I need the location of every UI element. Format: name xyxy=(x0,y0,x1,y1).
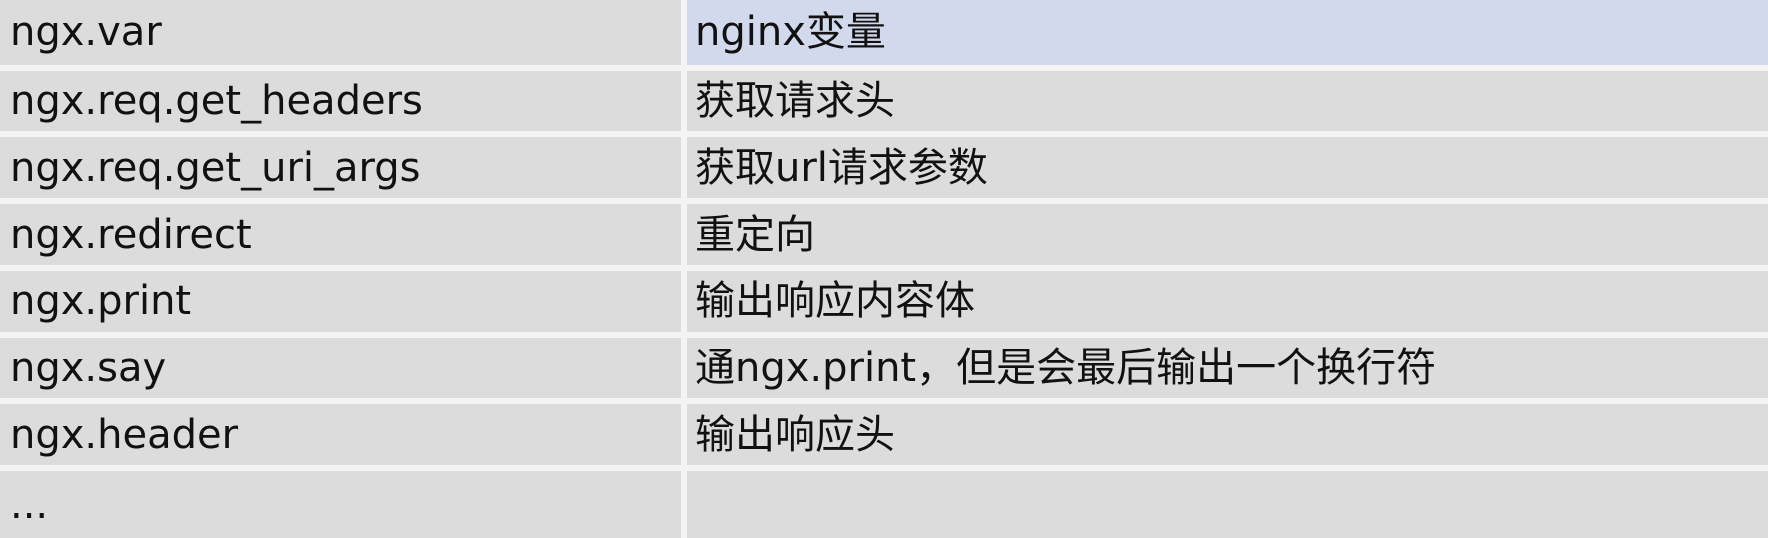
api-name-cell: ngx.header xyxy=(0,398,687,468)
table-row: ... xyxy=(0,465,1768,538)
table-row: ngx.req.get_headers 获取请求头 xyxy=(0,64,1768,135)
api-desc-cell: 输出响应内容体 xyxy=(684,264,1768,335)
api-desc-cell: nginx变量 xyxy=(684,0,1768,68)
table-row: ngx.header 输出响应头 xyxy=(0,398,1768,468)
table-row: ngx.print 输出响应内容体 xyxy=(0,264,1768,335)
api-name-cell: ngx.redirect xyxy=(0,198,687,268)
table-row: ngx.req.get_uri_args 获取url请求参数 xyxy=(0,131,1768,202)
api-name-cell: ... xyxy=(0,465,687,538)
table-row: ngx.var nginx变量 xyxy=(0,0,1768,68)
api-desc-cell: 获取url请求参数 xyxy=(684,131,1768,202)
table-body: ngx.var nginx变量 ngx.req.get_headers 获取请求… xyxy=(0,0,1768,538)
api-name-cell: ngx.req.get_uri_args xyxy=(0,131,687,202)
api-desc-cell: 获取请求头 xyxy=(684,64,1768,135)
api-name-cell: ngx.var xyxy=(0,0,687,68)
api-name-cell: ngx.print xyxy=(0,264,687,335)
api-desc-cell: 重定向 xyxy=(684,198,1768,268)
api-desc-cell: 输出响应头 xyxy=(684,398,1768,468)
api-name-cell: ngx.req.get_headers xyxy=(0,64,687,135)
api-name-cell: ngx.say xyxy=(0,331,687,402)
table-row: ngx.say 通ngx.print，但是会最后输出一个换行符 xyxy=(0,331,1768,402)
api-desc-cell xyxy=(684,465,1768,538)
table-row: ngx.redirect 重定向 xyxy=(0,198,1768,268)
ngx-api-table: ngx.var nginx变量 ngx.req.get_headers 获取请求… xyxy=(0,0,1768,538)
api-desc-cell: 通ngx.print，但是会最后输出一个换行符 xyxy=(684,331,1768,402)
